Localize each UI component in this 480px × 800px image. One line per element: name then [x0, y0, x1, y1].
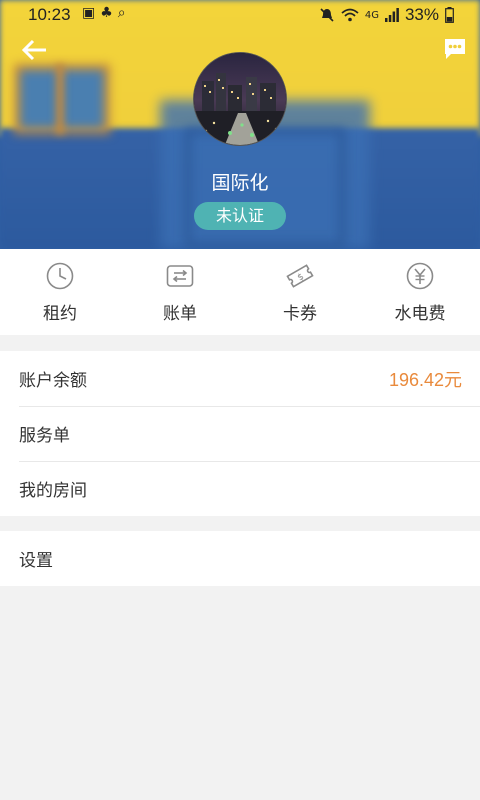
transfer-icon: [166, 265, 194, 287]
my-room-label: 我的房间: [19, 481, 87, 501]
profile-name: 国际化: [211, 172, 269, 194]
settings-label: 设置: [19, 551, 53, 571]
quick-action-label: 卡券: [283, 304, 317, 324]
quick-action-label: 租约: [43, 304, 77, 324]
profile-page: 10:23 ▣♣⌕ 4G 33% 国际化 未认证 租约 账单 $ 卡券 水电费 …: [0, 0, 480, 800]
quick-action-utilities[interactable]: 水电费: [360, 249, 480, 335]
coupon-icon: $: [286, 264, 314, 288]
service-orders-row[interactable]: 服务单: [0, 406, 480, 461]
mute-icon: [320, 8, 334, 22]
message-icon[interactable]: [442, 36, 468, 62]
account-balance-value: 196.42元: [388, 369, 462, 390]
status-right-group: 4G 33%: [319, 5, 454, 25]
quick-action-label: 账单: [163, 304, 197, 324]
yen-icon: [406, 262, 434, 290]
avatar[interactable]: [193, 52, 287, 146]
quick-action-lease[interactable]: 租约: [0, 249, 120, 335]
service-orders-label: 服务单: [19, 426, 70, 446]
verify-status-badge[interactable]: 未认证: [194, 202, 286, 230]
my-room-row[interactable]: 我的房间: [0, 461, 480, 516]
signal-icon: [384, 8, 399, 22]
account-section: 账户余额 196.42元 服务单 我的房间: [0, 351, 480, 516]
quick-action-coupon[interactable]: $ 卡券: [240, 249, 360, 335]
quick-action-bill[interactable]: 账单: [120, 249, 240, 335]
battery-icon: [445, 7, 454, 23]
status-notification-icons: ▣♣⌕: [82, 5, 131, 21]
network-type: 4G: [364, 9, 379, 21]
account-balance-label: 账户余额: [19, 371, 87, 391]
search-icon: ⌕: [117, 5, 131, 21]
image-icon: ▣: [82, 5, 101, 21]
quick-action-label: 水电费: [394, 304, 446, 324]
back-arrow-icon[interactable]: [20, 36, 52, 64]
wifi-icon: [341, 8, 359, 22]
status-bar: 10:23 ▣♣⌕ 4G 33%: [0, 0, 480, 30]
clock-icon: [46, 262, 74, 290]
app-icon: ♣: [100, 5, 118, 21]
quick-actions: 租约 账单 $ 卡券 水电费: [0, 249, 480, 335]
battery-percent: 33%: [404, 5, 439, 24]
profile-header: 10:23 ▣♣⌕ 4G 33% 国际化 未认证: [0, 0, 480, 249]
svg-text:$: $: [296, 272, 306, 284]
header-background-window-bar: [56, 64, 64, 134]
settings-section: 设置: [0, 531, 480, 586]
status-time: 10:23: [28, 5, 71, 24]
avatar-image: [194, 53, 286, 145]
settings-row[interactable]: 设置: [0, 531, 480, 586]
account-balance-row[interactable]: 账户余额 196.42元: [0, 351, 480, 406]
